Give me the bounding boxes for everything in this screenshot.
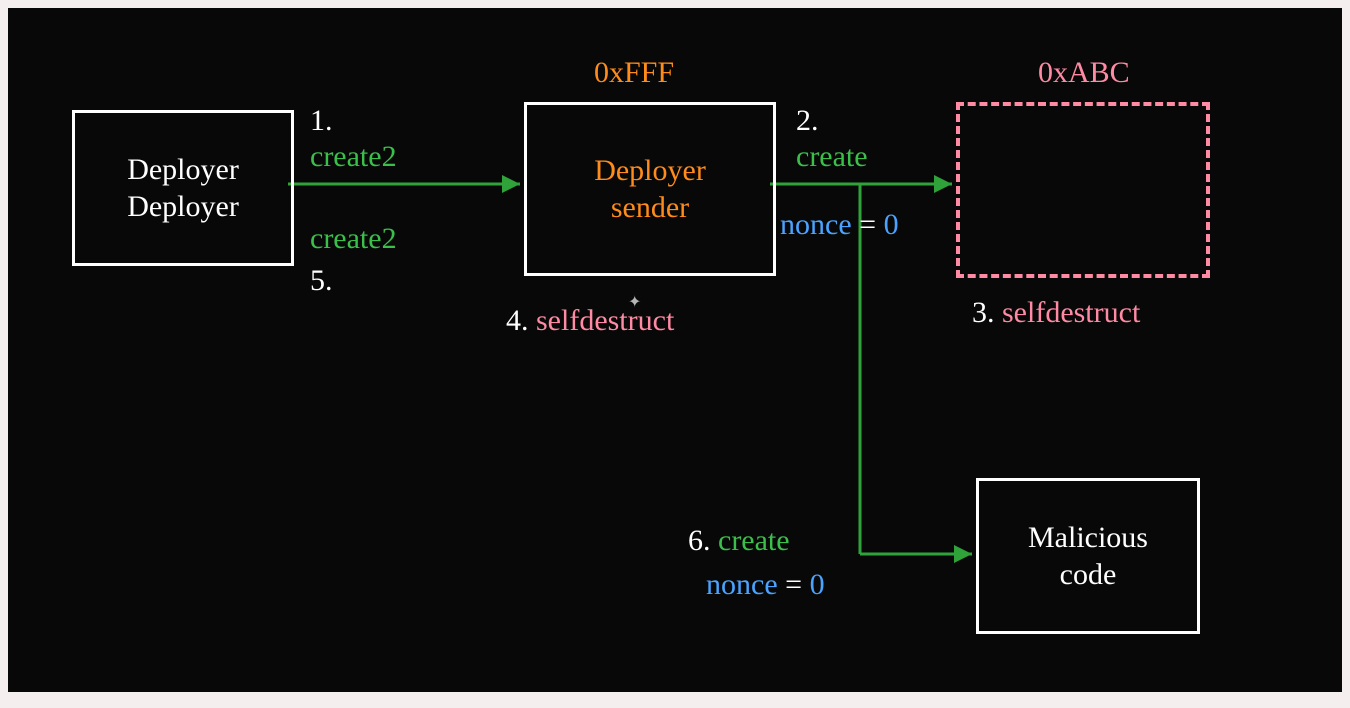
box-deployer-deployer-line1: Deployer	[127, 151, 239, 189]
box-malicious-line2: code	[1060, 556, 1117, 594]
step6: 6. create	[688, 524, 790, 558]
box-deployer-sender: Deployer sender	[524, 102, 776, 276]
box-malicious-line1: Malicious	[1028, 519, 1148, 557]
step2-nonce: nonce = 0	[780, 208, 899, 242]
step6-eq: =	[785, 568, 802, 601]
step6-op: create	[718, 524, 790, 557]
step5-op: create2	[310, 222, 397, 256]
step4-op: selfdestruct	[536, 304, 674, 337]
step3: 3. selfdestruct	[972, 296, 1140, 330]
step6-num: 6.	[688, 524, 711, 557]
box-deployer-sender-line1: Deployer	[594, 152, 706, 190]
addr-deployer-sender: 0xFFF	[594, 56, 674, 90]
step3-num: 3.	[972, 296, 995, 329]
box-malicious-code: Malicious code	[976, 478, 1200, 634]
addr-target: 0xABC	[1038, 56, 1130, 90]
box-deployer-deployer-line2: Deployer	[127, 188, 239, 226]
cursor-icon: ✦	[628, 292, 641, 312]
step6-nonce-label: nonce	[706, 568, 778, 601]
step5-num: 5.	[310, 264, 333, 298]
box-deployer-deployer: Deployer Deployer	[72, 110, 294, 266]
step1-num: 1.	[310, 104, 333, 138]
step2-nonce-value: 0	[884, 208, 899, 241]
step3-op: selfdestruct	[1002, 296, 1140, 329]
step6-nonce: nonce = 0	[706, 568, 825, 602]
step2-num: 2.	[796, 104, 819, 138]
box-deployer-sender-line2: sender	[611, 189, 689, 227]
step4: 4. selfdestruct	[506, 304, 674, 338]
step6-nonce-value: 0	[810, 568, 825, 601]
box-target-0xabc	[956, 102, 1210, 278]
step2-op: create	[796, 140, 868, 174]
diagram-canvas: Deployer Deployer Deployer sender 0xFFF …	[8, 8, 1342, 692]
step2-eq: =	[859, 208, 876, 241]
step1-op: create2	[310, 140, 397, 174]
step2-nonce-label: nonce	[780, 208, 852, 241]
step4-num: 4.	[506, 304, 529, 337]
